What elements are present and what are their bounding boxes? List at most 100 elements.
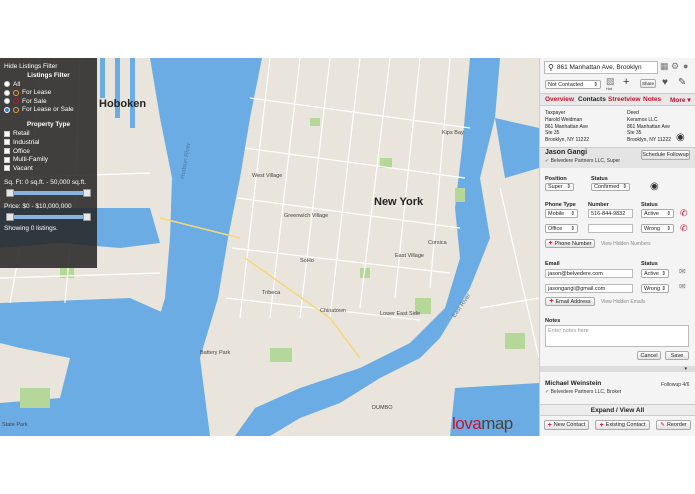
binoculars-icon[interactable]: ◉ (650, 181, 659, 192)
listing-option-all[interactable]: All (4, 81, 93, 88)
listing-option-lease[interactable]: For Lease (4, 89, 93, 96)
search-icon: ⚲ (548, 63, 554, 72)
call-icon[interactable]: ✆ (680, 223, 688, 234)
phone-type-label: Phone Type (545, 202, 576, 208)
property-vacant[interactable]: Vacant (4, 165, 93, 172)
position-label: Position (545, 176, 567, 182)
price-slider[interactable] (6, 212, 91, 221)
app-frame: Hoboken New York Chinatown Greenwich Vil… (0, 58, 695, 436)
add-icon[interactable]: + (623, 76, 629, 88)
reorder-button[interactable]: ✎ Reorder (656, 420, 691, 430)
listing-option-sale[interactable]: For Sale (4, 98, 93, 105)
status-select[interactable]: Confirmed ⇕ (591, 183, 630, 191)
lease-pin-icon (13, 89, 19, 96)
add-email-button[interactable]: + Email Address (545, 297, 595, 306)
cancel-button[interactable]: Cancel (637, 351, 661, 360)
price-max-handle[interactable] (83, 212, 91, 221)
call-icon[interactable]: ✆ (680, 208, 688, 219)
heart-icon[interactable]: ♥ (662, 77, 668, 88)
notes-field[interactable]: Enter notes here (545, 325, 689, 347)
address-search[interactable]: ⚲ 861 Manhattan Ave, Brooklyn (544, 61, 658, 74)
tab-notes[interactable]: Notes (643, 96, 661, 103)
phone-status-label: Status (641, 202, 658, 208)
label-tribeca: Tribeca (262, 290, 281, 296)
property-retail[interactable]: Retail (4, 130, 93, 137)
deed-block: Deed Keramos LLC 861 Manhattan Ave Ste 3… (627, 110, 672, 144)
share-button[interactable]: Share (640, 79, 656, 88)
collapse-bar[interactable]: ▾ (540, 366, 695, 372)
label-dumbo: DUMBO (372, 405, 393, 411)
schedule-followup-button[interactable]: Schedule Followup (641, 150, 690, 160)
radio-icon[interactable] (4, 98, 10, 105)
contact-status-select[interactable]: Not Contacted ⇕ (545, 80, 601, 89)
email-status-label: Status (641, 261, 658, 267)
checkbox-icon[interactable] (4, 156, 10, 163)
radio-icon[interactable] (4, 106, 10, 113)
checkbox-icon[interactable] (4, 165, 10, 172)
email-field[interactable]: jasongangi@gmail.com (545, 284, 633, 293)
price-min-handle[interactable] (6, 212, 14, 221)
property-office[interactable]: Office (4, 148, 93, 155)
sqft-slider[interactable] (6, 188, 91, 197)
label-east-village: East Village (395, 253, 424, 259)
label-soho: SoHo (300, 258, 314, 264)
sqft-max-handle[interactable] (83, 188, 91, 197)
status-label: Status (591, 176, 608, 182)
label-chinatown: Chinatown (320, 308, 346, 314)
map[interactable]: Hoboken New York Chinatown Greenwich Vil… (0, 58, 539, 436)
email-field[interactable]: jason@belvedere.com (545, 269, 633, 278)
existing-contact-button[interactable]: + Existing Contact (595, 420, 650, 430)
email-status-select[interactable]: Active ⇕ (641, 269, 669, 278)
price-label: Price: $0 - $10,000,000 (4, 202, 72, 210)
mail-icon[interactable]: ✉ (679, 267, 686, 276)
contact2-name: Michael Weinstein (545, 380, 602, 387)
email-status-select[interactable]: Wrong ⇕ (641, 284, 669, 293)
listings-filter-title: Listings Filter (27, 72, 70, 79)
mail-icon[interactable]: ✉ (679, 282, 686, 291)
property-multifamily[interactable]: Multi-Family (4, 156, 93, 163)
hide-filter-link[interactable]: Hide Listings Filter (4, 63, 93, 70)
tab-streetview[interactable]: Streetview (608, 96, 641, 103)
sqft-label: Sq. Ft: 0 sq.ft. - 50,000 sq.ft. (4, 178, 87, 186)
save-button[interactable]: Save (665, 351, 689, 360)
contact2-company: ✔ Belvedere Partners LLC, Broker (545, 389, 622, 395)
listing-option-lease-sale[interactable]: For Lease or Sale (4, 106, 93, 113)
user-icon[interactable]: ● (683, 61, 688, 71)
tab-more[interactable]: More ▾ (670, 96, 691, 104)
grid-icon[interactable]: ▦ (660, 61, 669, 72)
chevron-down-icon: ⇕ (593, 81, 598, 88)
label-new-york: New York (374, 196, 424, 208)
contact-name: Jason Gangi (545, 149, 588, 156)
phone-number-field[interactable]: 516-844-9832 (588, 209, 633, 218)
check-icon: ✔ (545, 389, 550, 395)
chevron-down-icon: ▾ (684, 366, 687, 372)
pencil-icon: ✎ (660, 422, 665, 428)
settings-icon[interactable]: ⚙ (671, 61, 679, 72)
phone-status-select[interactable]: Wrong ⇕ (641, 224, 674, 233)
checkbox-icon[interactable] (4, 139, 10, 146)
phone-status-select[interactable]: Active ⇕ (641, 209, 674, 218)
tab-contacts[interactable]: Contacts (578, 96, 606, 103)
radio-icon[interactable] (4, 89, 10, 96)
phone-number-field[interactable] (588, 224, 633, 233)
sqft-min-handle[interactable] (6, 188, 14, 197)
checkbox-icon[interactable] (4, 130, 10, 137)
radio-icon[interactable] (4, 81, 10, 88)
tab-overview[interactable]: Overview (545, 96, 574, 103)
phone-type-select[interactable]: Office ⇕ (545, 224, 578, 233)
binoculars-icon[interactable]: ◉ (676, 132, 685, 143)
contact2-followup: Followup 4/6 (661, 382, 690, 388)
edit-icon[interactable]: ✎ (678, 77, 686, 88)
position-select[interactable]: Super ⇕ (545, 183, 574, 191)
expand-view-all[interactable]: Expand / View All (540, 404, 695, 416)
email-label: Email (545, 261, 560, 267)
add-phone-button[interactable]: + Phone Number (545, 239, 595, 248)
label-lower-east: Lower East Side (380, 311, 421, 317)
property-industrial[interactable]: Industrial (4, 139, 93, 146)
checkbox-icon[interactable] (4, 148, 10, 155)
new-contact-button[interactable]: + New Contact (544, 420, 589, 430)
number-label: Number (588, 202, 609, 208)
phone-type-select[interactable]: Mobile ⇕ (545, 209, 578, 218)
view-hidden-numbers-link[interactable]: View Hidden Numbers (601, 241, 651, 247)
view-hidden-emails-link[interactable]: View Hidden Emails (601, 299, 645, 305)
